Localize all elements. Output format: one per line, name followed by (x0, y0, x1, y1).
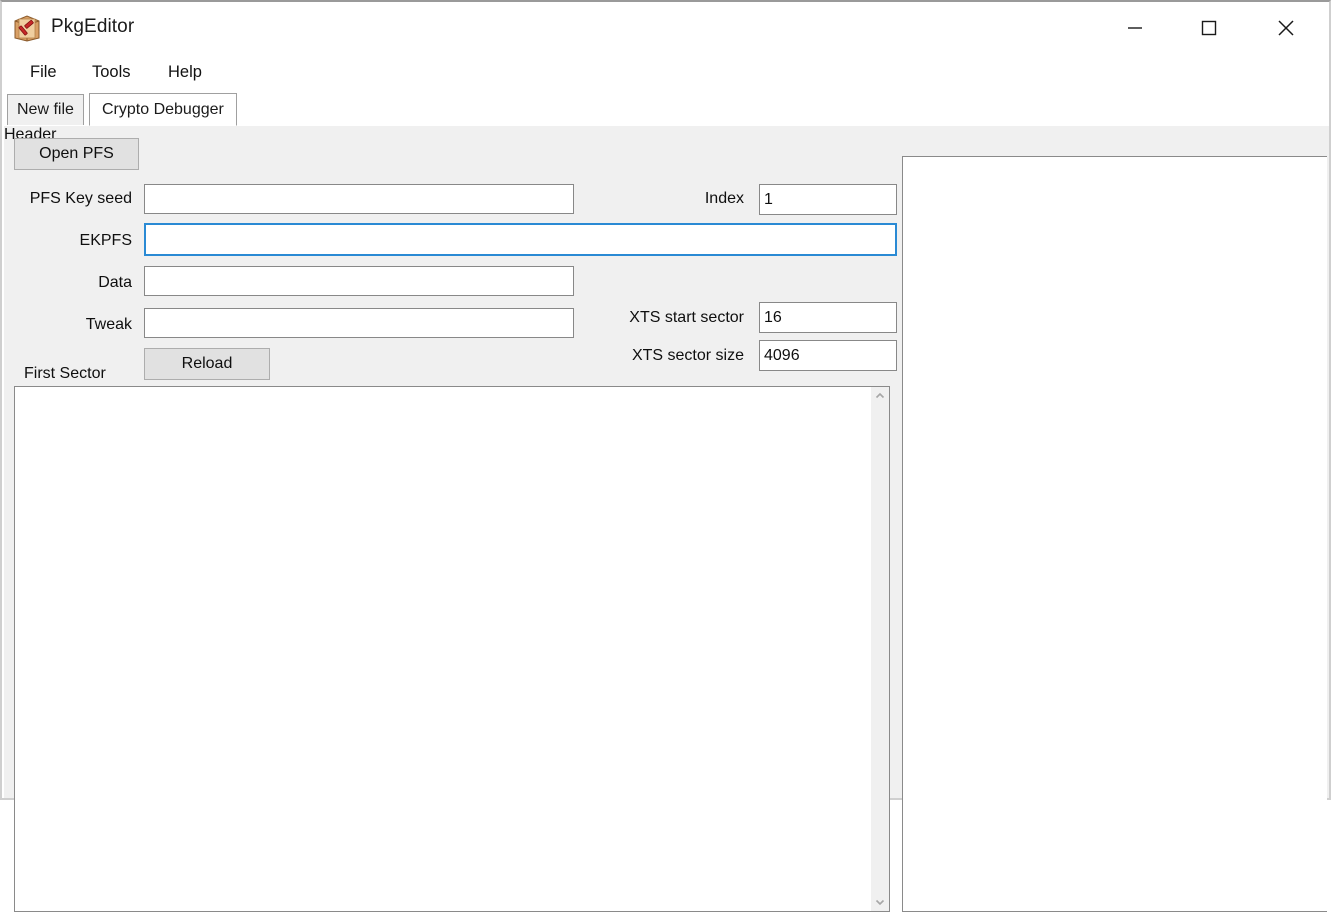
header-label: Header (4, 126, 57, 143)
pfs-key-seed-input[interactable] (144, 184, 574, 214)
tweak-label: Tweak (85, 316, 132, 333)
menu-item-help[interactable]: Help (162, 61, 208, 84)
pfs-key-seed-label: PFS Key seed (29, 190, 132, 207)
data-input[interactable] (144, 266, 574, 296)
package-hammer-icon (12, 13, 42, 43)
reload-button[interactable]: Reload (144, 348, 270, 380)
minimize-button[interactable] (1106, 2, 1163, 53)
maximize-icon (1198, 17, 1220, 39)
first-sector-textbox (14, 386, 890, 912)
xts-start-sector-label: XTS start sector (629, 309, 744, 326)
crypto-debugger-panel: Open PFS PFS Key seed EKPFS Data Tweak I… (4, 126, 1329, 912)
index-label: Index (704, 190, 744, 207)
ekpfs-label: EKPFS (79, 232, 132, 249)
close-icon (1274, 16, 1298, 40)
first-sector-label: First Sector (24, 365, 106, 382)
tab-new-file[interactable]: New file (7, 94, 84, 125)
ekpfs-input[interactable] (144, 223, 897, 256)
index-input[interactable] (759, 184, 897, 215)
menu-bar: File Tools Help (2, 53, 1329, 93)
scrollbar-track[interactable] (871, 405, 889, 893)
open-pfs-button-label: Open PFS (39, 145, 114, 162)
tab-crypto-debugger[interactable]: Crypto Debugger (89, 93, 237, 126)
application-window: PkgEditor File Tools Help New file Crypt… (0, 0, 1331, 912)
minimize-icon (1124, 17, 1146, 39)
tab-strip: New file Crypto Debugger (2, 93, 1329, 126)
window-title: PkgEditor (51, 16, 135, 37)
tab-crypto-debugger-label: Crypto Debugger (102, 100, 224, 118)
first-sector-scrollbar[interactable] (870, 387, 889, 911)
close-button[interactable] (1257, 2, 1314, 53)
reload-button-label: Reload (181, 355, 233, 372)
xts-sector-size-label: XTS sector size (631, 347, 744, 364)
xts-sector-size-input[interactable] (759, 340, 897, 371)
first-sector-text-area[interactable] (15, 387, 870, 911)
maximize-button[interactable] (1180, 2, 1237, 53)
menu-item-tools[interactable]: Tools (86, 61, 137, 84)
open-pfs-button[interactable]: Open PFS (14, 138, 139, 170)
header-text-area[interactable] (902, 156, 1327, 912)
tab-new-file-label: New file (17, 101, 74, 118)
xts-start-sector-input[interactable] (759, 302, 897, 333)
chevron-up-icon[interactable] (871, 387, 889, 405)
data-label: Data (98, 274, 132, 291)
chevron-down-icon[interactable] (871, 893, 889, 911)
title-bar: PkgEditor (2, 2, 1329, 53)
menu-item-file[interactable]: File (24, 61, 63, 84)
